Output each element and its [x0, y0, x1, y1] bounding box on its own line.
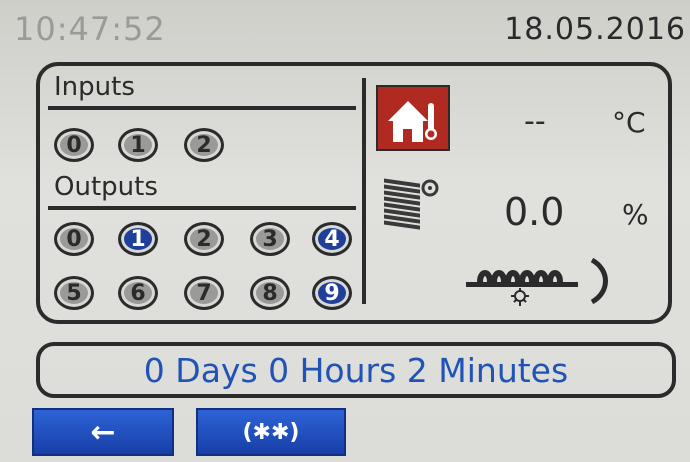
clock: 10:47:52 [14, 10, 166, 48]
inputs-divider [48, 106, 356, 110]
output-8[interactable]: 8 [250, 276, 290, 310]
uptime-display: 0 Days 0 Hours 2 Minutes [36, 342, 676, 398]
shutter-icon[interactable] [380, 176, 442, 236]
device-screen: 10:47:52 18.05.2016 Inputs 0 1 2 Outputs… [0, 0, 690, 462]
uptime-text: 0 Days 0 Hours 2 Minutes [143, 350, 569, 390]
output-2[interactable]: 2 [184, 222, 224, 256]
panel-divider [362, 78, 366, 304]
date: 18.05.2016 [504, 12, 686, 47]
inputs-title: Inputs [54, 72, 135, 102]
output-6[interactable]: 6 [118, 276, 158, 310]
heater-rotation-icon[interactable] [462, 254, 622, 312]
input-1[interactable]: 1 [118, 128, 158, 162]
output-5[interactable]: 5 [54, 276, 94, 310]
output-3[interactable]: 3 [250, 222, 290, 256]
heater-mode-icon: (✱✱) [242, 419, 300, 445]
input-0[interactable]: 0 [54, 128, 94, 162]
status-bar: 10:47:52 18.05.2016 [0, 0, 690, 54]
temperature-value: -- [524, 104, 546, 139]
outputs-title: Outputs [54, 172, 158, 202]
output-0[interactable]: 0 [54, 222, 94, 256]
heater-svg [466, 257, 608, 306]
house-thermometer-icon[interactable] [376, 85, 450, 151]
shutter-value: 0.0 [504, 190, 565, 234]
outputs-divider [48, 206, 356, 210]
heater-mode-button[interactable]: (✱✱) [196, 408, 346, 456]
house-thermometer-svg [388, 101, 437, 142]
output-1[interactable]: 1 [118, 222, 158, 256]
shutter-svg [384, 178, 439, 230]
output-7[interactable]: 7 [184, 276, 224, 310]
input-2[interactable]: 2 [184, 128, 224, 162]
back-button[interactable]: ← [32, 408, 174, 456]
back-arrow-icon: ← [90, 414, 116, 450]
temperature-unit: °C [612, 106, 646, 139]
shutter-unit: % [622, 198, 649, 231]
output-4[interactable]: 4 [312, 222, 352, 256]
output-9[interactable]: 9 [312, 276, 352, 310]
